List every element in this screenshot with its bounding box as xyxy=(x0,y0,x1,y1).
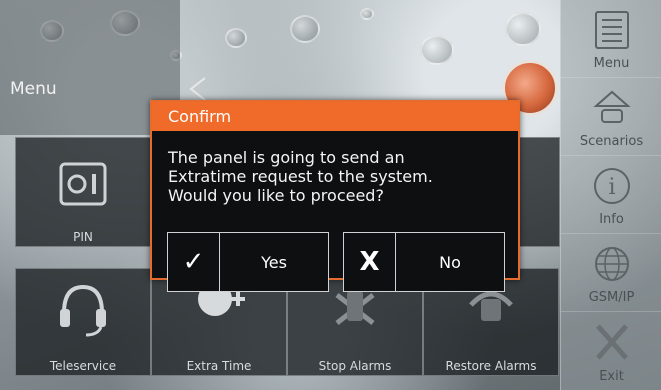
water-droplet xyxy=(225,28,247,48)
scenarios-icon xyxy=(592,90,631,123)
water-droplet xyxy=(505,12,541,46)
checkmark-icon: ✓ xyxy=(168,233,220,291)
confirm-dialog: Confirm The panel is going to send an Ex… xyxy=(150,100,520,292)
info-icon: i xyxy=(593,168,630,204)
globe-icon xyxy=(594,247,629,281)
water-droplet xyxy=(360,8,374,20)
tile-label: Stop Alarms xyxy=(318,359,392,373)
yes-button[interactable]: ✓ Yes xyxy=(167,232,329,292)
tile-pin[interactable]: PIN xyxy=(15,137,151,247)
sidebar-item-label: Menu xyxy=(593,56,630,71)
sidebar-item-label: Info xyxy=(599,212,624,227)
headset-icon xyxy=(60,284,106,337)
tile-label: PIN xyxy=(73,230,93,244)
stop-alarm-icon xyxy=(335,291,375,325)
exit-x-icon xyxy=(595,324,628,360)
tile-label: Teleservice xyxy=(49,359,117,373)
tile-teleservice[interactable]: Teleservice xyxy=(15,268,151,376)
sidebar-item-scenarios[interactable]: Scenarios xyxy=(561,78,661,156)
sidebar-item-label: Scenarios xyxy=(579,134,644,149)
safe-icon xyxy=(59,162,107,206)
x-icon: X xyxy=(344,233,396,291)
water-droplet xyxy=(420,35,454,65)
sidebar-item-exit[interactable]: Exit xyxy=(561,312,661,390)
back-arrow-icon[interactable] xyxy=(189,76,206,101)
no-button-label: No xyxy=(439,252,461,272)
sidebar-item-menu[interactable]: Menu xyxy=(561,0,661,78)
dialog-message: The panel is going to send an Extratime … xyxy=(168,148,433,205)
dialog-title: Confirm xyxy=(152,102,518,131)
sidebar-item-gsm-ip[interactable]: GSM/IP xyxy=(561,234,661,312)
page-title: Menu xyxy=(10,79,57,99)
sidebar-item-label: Exit xyxy=(599,369,624,384)
sidebar-item-info[interactable]: i Info xyxy=(561,156,661,234)
sidebar-item-label: GSM/IP xyxy=(588,290,635,305)
menu-list-icon xyxy=(594,11,629,49)
sidebar: Menu Scenarios i Info GSM/IP Exit xyxy=(560,0,661,390)
water-droplet xyxy=(290,15,320,43)
no-button[interactable]: X No xyxy=(343,232,505,292)
tile-label: Restore Alarms xyxy=(445,359,537,373)
tile-label: Extra Time xyxy=(186,359,252,373)
svg-text:i: i xyxy=(608,175,615,200)
tile-hidden[interactable] xyxy=(517,137,560,247)
yes-button-label: Yes xyxy=(261,252,287,272)
